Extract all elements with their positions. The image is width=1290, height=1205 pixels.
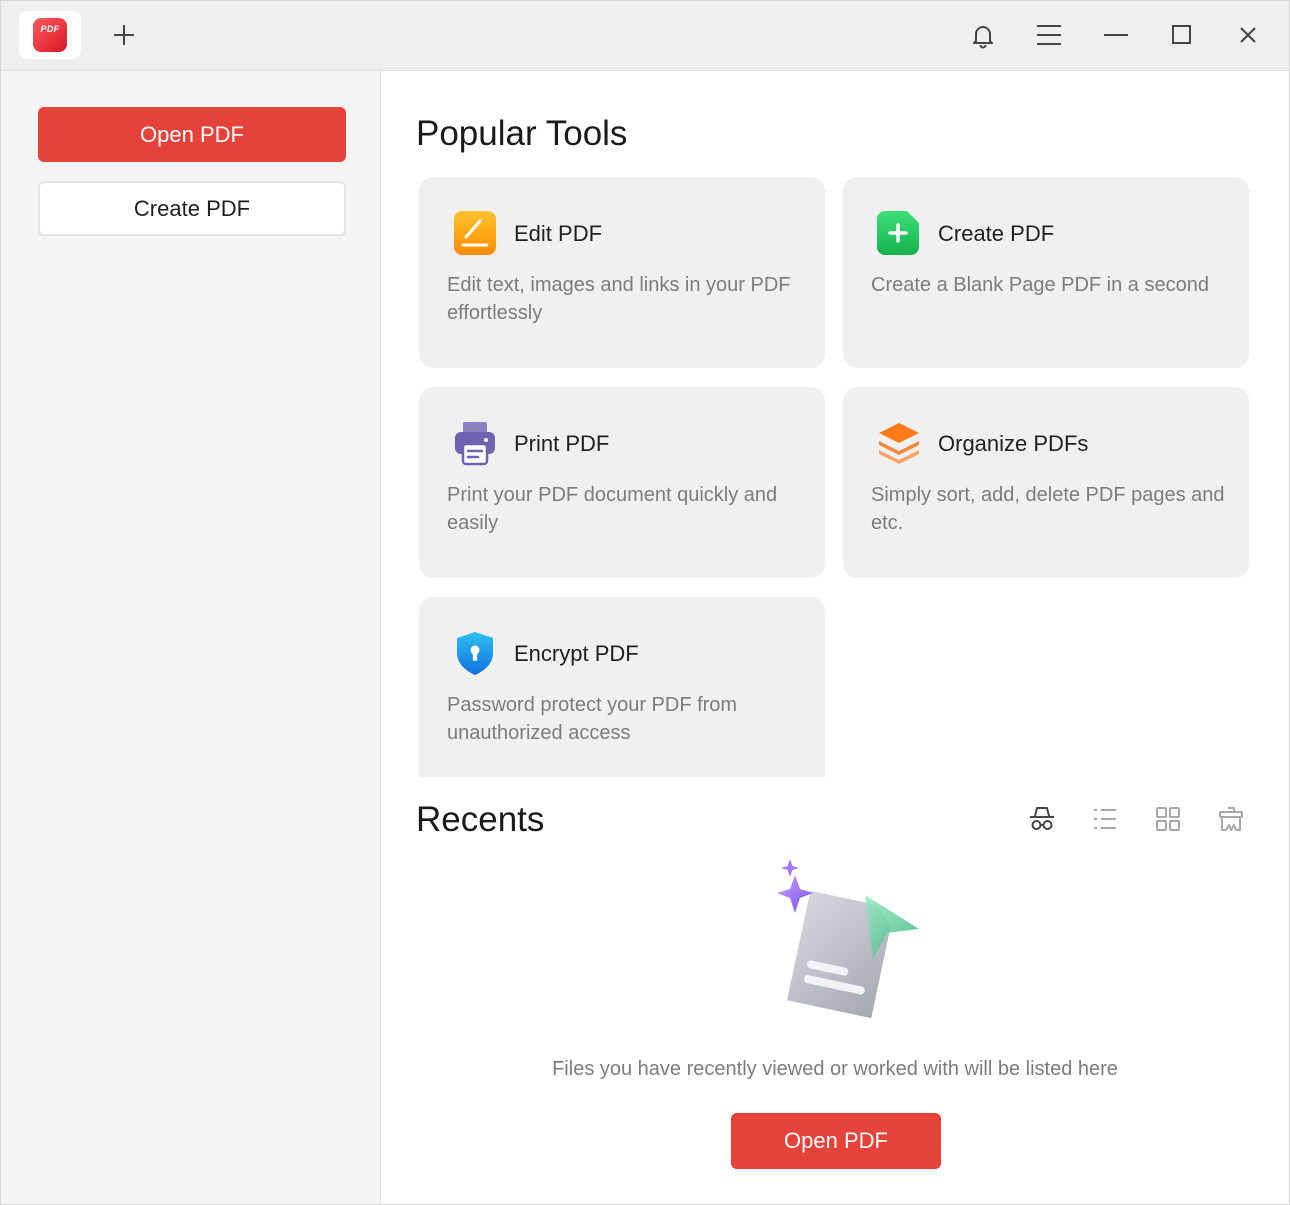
tool-card-edit-pdf[interactable]: Edit PDF Edit text, images and links in …	[419, 177, 825, 368]
tool-card-title: Create PDF	[938, 221, 1055, 246]
tool-card-desc: Password protect your PDF from unauthori…	[447, 694, 738, 744]
app-logo-text: PDF	[40, 24, 60, 34]
recents-open-pdf-button[interactable]: Open PDF	[731, 1113, 941, 1169]
hamburger-menu-icon	[1037, 25, 1061, 45]
tool-card-print-pdf[interactable]: Print PDF Print your PDF document quickl…	[419, 387, 825, 578]
printer-icon	[453, 419, 497, 467]
pdf-logo-icon: PDF	[33, 18, 67, 52]
sidebar: Open PDF Create PDF	[1, 71, 381, 1204]
recents-title: Recents	[416, 800, 545, 839]
maximize-icon	[1172, 25, 1191, 44]
incognito-toggle-button[interactable]	[1025, 802, 1059, 836]
maximize-button[interactable]	[1162, 15, 1202, 55]
new-tab-button[interactable]	[104, 15, 144, 55]
main-content: Popular Tools Edit PDF Edit text, images…	[381, 71, 1289, 1204]
tool-card-title: Organize PDFs	[938, 431, 1089, 456]
main-menu-button[interactable]	[1029, 15, 1069, 55]
app-window: PDF Open PDF Create PDF Popular Tools Ed…	[0, 0, 1290, 1205]
close-button[interactable]	[1228, 15, 1268, 55]
tool-card-title: Edit PDF	[514, 221, 603, 246]
recents-empty-text: Files you have recently viewed or worked…	[552, 1058, 1118, 1080]
tool-card-desc: Edit text, images and links in your PDF …	[447, 274, 791, 324]
list-view-button[interactable]	[1088, 802, 1122, 836]
list-view-icon	[1094, 809, 1116, 829]
layers-icon	[877, 419, 921, 467]
tool-card-create-pdf[interactable]: Create PDF Create a Blank Page PDF in a …	[843, 177, 1249, 368]
plus-icon	[114, 25, 134, 45]
shield-lock-icon	[453, 629, 497, 677]
title-bar: PDF	[1, 1, 1289, 71]
app-logo[interactable]: PDF	[19, 11, 81, 59]
minimize-button[interactable]	[1096, 15, 1136, 55]
empty-recents-illustration	[769, 859, 919, 1029]
tool-card-desc: Print your PDF document quickly and easi…	[447, 484, 778, 534]
edit-pdf-icon	[453, 209, 497, 257]
clear-recents-icon	[1219, 807, 1243, 831]
grid-view-icon	[1156, 807, 1180, 831]
sidebar-create-pdf-button[interactable]: Create PDF	[38, 181, 346, 236]
sidebar-open-pdf-button[interactable]: Open PDF	[38, 107, 346, 162]
tool-card-encrypt-pdf[interactable]: Encrypt PDF Password protect your PDF fr…	[419, 597, 825, 777]
popular-tools-title: Popular Tools	[416, 114, 628, 153]
notifications-button[interactable]	[963, 15, 1003, 55]
tool-card-desc: Simply sort, add, delete PDF pages and e…	[871, 484, 1225, 534]
create-pdf-icon	[877, 209, 921, 257]
incognito-icon	[1030, 807, 1054, 830]
grid-view-button[interactable]	[1151, 802, 1185, 836]
tool-card-title: Encrypt PDF	[514, 641, 639, 666]
tool-card-organize-pdfs[interactable]: Organize PDFs Simply sort, add, delete P…	[843, 387, 1249, 578]
tool-card-desc: Create a Blank Page PDF in a second	[871, 274, 1209, 296]
tool-card-title: Print PDF	[514, 431, 610, 456]
clear-recents-button[interactable]	[1214, 802, 1248, 836]
close-icon	[1240, 27, 1256, 43]
bell-icon	[973, 26, 993, 49]
minimize-icon	[1104, 34, 1128, 36]
